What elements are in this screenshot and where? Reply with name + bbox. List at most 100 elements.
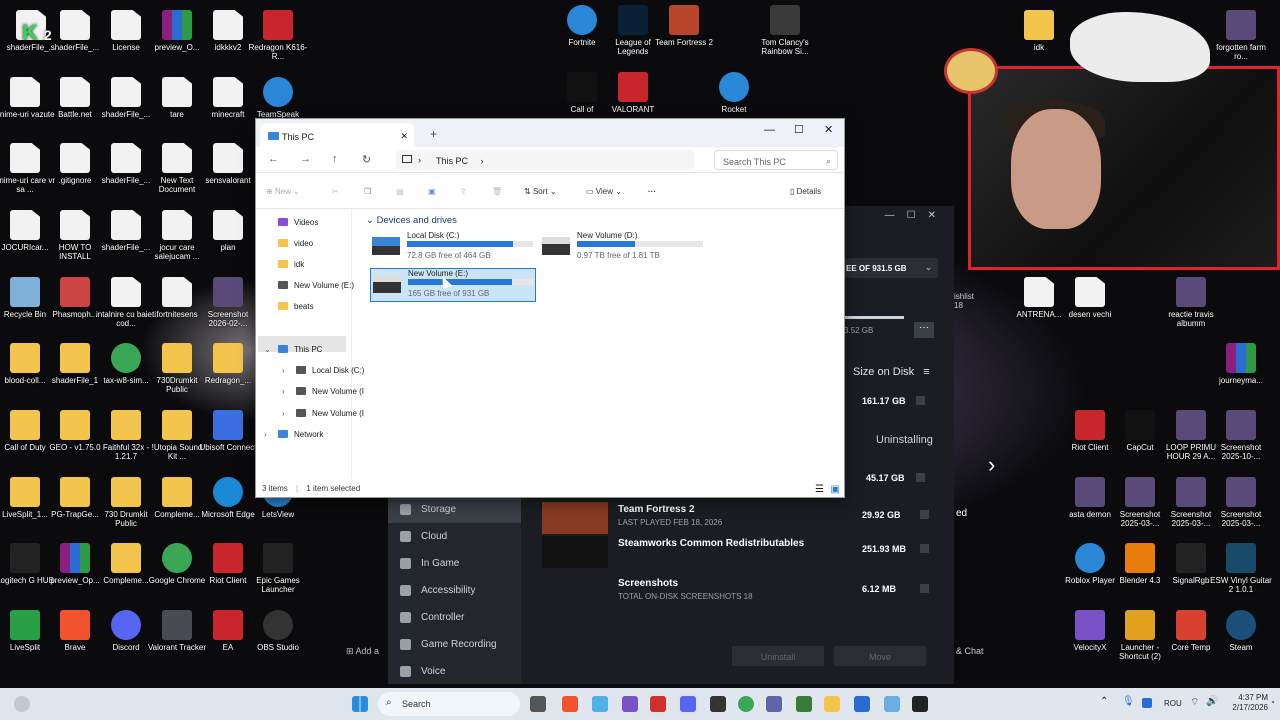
- size-on-disk-header[interactable]: Size on Disk ≡: [853, 366, 930, 378]
- drive-tile[interactable]: New Volume (E:) 165 GB free of 931 GB: [370, 268, 536, 302]
- steam-check-2[interactable]: [916, 473, 925, 482]
- chrome-taskbar-icon[interactable]: [738, 696, 754, 712]
- notification-icon[interactable]: ◔: [1270, 698, 1275, 707]
- desktop-right-icon-13[interactable]: Screenshot 2025-03-...: [1210, 477, 1272, 528]
- nav-item-3[interactable]: New Volume (E:): [278, 278, 354, 292]
- steam-add-game[interactable]: ⊞ Add a: [346, 646, 379, 657]
- desktop-left-icon-26[interactable]: Screenshot 2026-02-...: [197, 277, 259, 328]
- nav-item-7[interactable]: › New Volume (I: [282, 384, 364, 398]
- tray-app-icon[interactable]: [1142, 698, 1152, 708]
- maximize-icon[interactable]: ☐: [794, 123, 804, 136]
- epic-taskbar-icon[interactable]: [912, 696, 928, 712]
- breadcrumb[interactable]: › This PC ›: [396, 150, 694, 170]
- task-view-icon[interactable]: [530, 696, 546, 712]
- desktop-right-icon-5[interactable]: journeyma...: [1210, 343, 1272, 385]
- rename-icon[interactable]: ▣: [428, 187, 436, 196]
- desktop-right-icon-4[interactable]: reactie travis albumm: [1160, 277, 1222, 328]
- up-arrow-icon[interactable]: ↑: [332, 153, 338, 165]
- taskbar-search[interactable]: ⌕ Search: [378, 692, 520, 716]
- nav-item-4[interactable]: beats: [278, 299, 314, 313]
- nav-item-2[interactable]: idk: [278, 257, 304, 271]
- steam-settings-controller[interactable]: Controller: [388, 604, 521, 631]
- steam-drive-dropdown[interactable]: EE OF 931.5 GB ⌄: [842, 258, 938, 278]
- more-options-icon[interactable]: ···: [648, 187, 656, 196]
- view-button[interactable]: ▭ View ⌄: [586, 187, 622, 196]
- teams-taskbar-icon[interactable]: [766, 696, 782, 712]
- desktop-right-icon-17[interactable]: ESW Vinyl Guitar 2 1.0.1: [1210, 543, 1272, 594]
- search-input[interactable]: Search This PC ⌕: [714, 150, 838, 170]
- chevron-right-icon[interactable]: ›: [282, 366, 285, 375]
- steam-friends-chat[interactable]: & Chat: [956, 646, 984, 656]
- minimize-icon[interactable]: —: [764, 124, 775, 136]
- refresh-icon[interactable]: ↻: [362, 153, 371, 166]
- steam-game-row[interactable]: Steamworks Common Redistributables 251.93…: [542, 536, 932, 570]
- discord-taskbar-icon[interactable]: [680, 696, 696, 712]
- wifi-icon[interactable]: ⌔: [1190, 696, 1199, 709]
- widgets-icon[interactable]: [14, 696, 30, 712]
- desktop-top-icon-3[interactable]: Tom Clancy's Rainbow Si...: [754, 5, 816, 56]
- desktop-left-icon-5[interactable]: Redragon K616-R...: [247, 10, 309, 61]
- nav-item-6[interactable]: › Local Disk (C:): [282, 363, 364, 377]
- desktop-left-icon-36[interactable]: Ubisoft Connect: [197, 410, 259, 452]
- language-indicator[interactable]: ROU: [1164, 699, 1182, 708]
- brave-taskbar-icon[interactable]: [562, 696, 578, 712]
- details-button[interactable]: ▯ Details: [790, 187, 821, 196]
- app3-taskbar-icon[interactable]: [710, 696, 726, 712]
- chevron-down-icon[interactable]: ⌄: [264, 345, 271, 354]
- drive-tile[interactable]: Local Disk (C:) 72.8 GB free of 464 GB: [370, 231, 536, 265]
- steam-check-1[interactable]: [916, 396, 925, 405]
- cut-icon[interactable]: ✂: [332, 187, 339, 196]
- delete-icon[interactable]: 🗑: [492, 187, 502, 196]
- copilot-taskbar-icon[interactable]: [592, 696, 608, 712]
- nav-item-0[interactable]: Videos: [278, 215, 318, 229]
- steam-settings-game-recording[interactable]: Game Recording: [388, 631, 521, 658]
- desktop-left-icon-31[interactable]: Redragon_...: [197, 343, 259, 385]
- nav-item-5[interactable]: ⌄ This PC: [264, 342, 322, 356]
- volume-icon[interactable]: 🔊: [1206, 696, 1218, 707]
- close-tab-icon[interactable]: ✕: [400, 131, 408, 142]
- desktop-right-icon-1[interactable]: forgotten farm ro...: [1210, 10, 1272, 61]
- new-button[interactable]: ⊕ New ⌄: [266, 187, 300, 196]
- chevron-right-icon[interactable]: ›: [988, 452, 995, 478]
- chevron-right-icon[interactable]: ›: [282, 387, 285, 396]
- share-icon[interactable]: ⇪: [460, 187, 467, 196]
- steam-settings-storage[interactable]: Storage: [388, 496, 521, 523]
- move-button[interactable]: Move: [834, 646, 926, 666]
- mic-icon[interactable]: 🎙: [1122, 696, 1135, 707]
- steam-settings-voice[interactable]: Voice: [388, 658, 521, 685]
- tab-this-pc[interactable]: This PC ✕: [260, 123, 414, 147]
- nav-item-1[interactable]: video: [278, 236, 313, 250]
- game-checkbox[interactable]: [920, 544, 929, 553]
- more-icon[interactable]: ···: [914, 322, 934, 338]
- desktop-left-icon-54[interactable]: OBS Studio: [247, 610, 309, 652]
- desktop-right-icon-21[interactable]: Steam: [1210, 610, 1272, 652]
- app2-taskbar-icon[interactable]: [650, 696, 666, 712]
- uninstall-button[interactable]: Uninstall: [732, 646, 824, 666]
- close-window-icon[interactable]: ✕: [824, 123, 833, 136]
- steam-settings-accessibility[interactable]: Accessibility: [388, 577, 521, 604]
- steam-game-row[interactable]: Team Fortress 2 LAST PLAYED FEB 18, 2026 2…: [542, 502, 932, 536]
- vt-taskbar-icon[interactable]: [796, 696, 812, 712]
- desktop-left-icon-11[interactable]: TeamSpeak: [247, 77, 309, 119]
- new-tab-icon[interactable]: +: [430, 127, 437, 141]
- breadcrumb-this-pc[interactable]: This PC: [436, 156, 468, 166]
- explorer-taskbar-icon[interactable]: [824, 696, 840, 712]
- desktop-left-icon-21[interactable]: plan: [197, 210, 259, 252]
- app5-taskbar-icon[interactable]: [884, 696, 900, 712]
- nav-item-8[interactable]: › New Volume (I: [282, 406, 364, 420]
- chevron-right-icon[interactable]: ›: [264, 430, 267, 439]
- desktop-right-icon-9[interactable]: Screenshot 2025-10-...: [1210, 410, 1272, 461]
- desktop-left-icon-48[interactable]: Epic Games Launcher: [247, 543, 309, 594]
- app4-taskbar-icon[interactable]: [854, 696, 870, 712]
- steam-settings-in-game[interactable]: In Game: [388, 550, 521, 577]
- back-arrow-icon[interactable]: ←: [268, 153, 279, 165]
- section-header[interactable]: ⌄ Devices and drives: [366, 215, 457, 226]
- game-checkbox[interactable]: [920, 584, 929, 593]
- game-checkbox[interactable]: [920, 510, 929, 519]
- paste-icon[interactable]: ▤: [396, 187, 404, 196]
- tiles-view-icon[interactable]: ▣: [831, 484, 840, 495]
- desktop-left-icon-16[interactable]: sensvalorant: [197, 143, 259, 185]
- forward-arrow-icon[interactable]: →: [300, 153, 311, 165]
- desktop-right-icon-3[interactable]: desen vechi: [1059, 277, 1121, 319]
- desktop-top-icon-2[interactable]: Team Fortress 2: [653, 5, 715, 47]
